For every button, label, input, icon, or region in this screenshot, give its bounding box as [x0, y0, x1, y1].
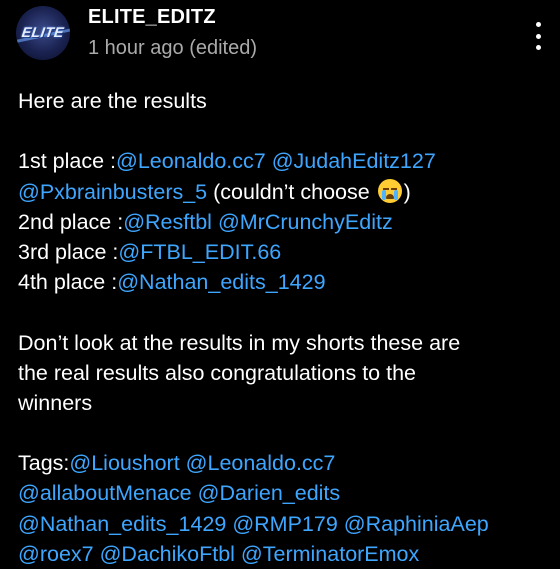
tag-mention[interactable]: @Darien_edits — [198, 481, 341, 505]
tag-mention[interactable]: @DachikoFtbl — [100, 542, 235, 566]
mention-link[interactable]: @Nathan_edits_1429 — [117, 270, 325, 294]
community-post: ELITE ELITE_EDITZ 1 hour ago (edited) He… — [0, 0, 560, 566]
first-place-line-cont: @Pxbrainbusters_5 (couldn’t choose ) — [18, 177, 548, 207]
mention-link[interactable]: @Leonaldo.cc7 — [116, 149, 266, 173]
dot — [535, 45, 541, 50]
tags-label: Tags: — [18, 451, 70, 476]
post-timestamp: 1 hour ago (edited) — [88, 37, 258, 59]
first-place-label: 1st place : — [18, 149, 116, 174]
paragraph-line: winners — [18, 390, 93, 415]
mention-link[interactable]: @Resftbl — [123, 210, 212, 234]
tag-mention[interactable]: @Lioushort — [69, 451, 179, 475]
intro-line: Here are the results — [18, 89, 207, 113]
mention-link[interactable]: @Pxbrainbusters_5 — [18, 180, 207, 204]
second-place-line: 2nd place :@Resftbl @MrCrunchyEditz — [18, 207, 548, 237]
avatar[interactable]: ELITE — [16, 6, 70, 60]
mention-link[interactable]: @JudahEditz127 — [272, 149, 436, 173]
paragraph-line: Don’t look at the results in my shorts t… — [18, 330, 461, 355]
post-body: Here are the results 1st place :@Leonald… — [18, 86, 548, 569]
dot — [535, 33, 541, 39]
fourth-place-line: 4th place :@Nathan_edits_1429 — [18, 267, 548, 297]
tags-line: @Nathan_edits_1429 @RMP179 @RaphiniaAep — [18, 509, 548, 539]
paragraph-line: the real results also congratulations to… — [18, 360, 416, 385]
fourth-place-label: 4th place : — [18, 270, 118, 295]
first-place-line: 1st place :@Leonaldo.cc7 @JudahEditz127 — [18, 146, 548, 176]
tag-mention[interactable]: @TerminatorEmox — [241, 542, 419, 566]
avatar-logo-text: ELITE — [20, 24, 66, 40]
note-text: (couldn’t choose — [207, 179, 376, 204]
third-place-line: 3rd place :@FTBL_EDIT.66 — [18, 237, 548, 267]
third-place-label: 3rd place : — [18, 239, 119, 264]
tag-mention[interactable]: @RaphiniaAep — [344, 512, 489, 536]
second-place-label: 2nd place : — [18, 209, 124, 234]
tag-mention[interactable]: @allaboutMenace — [18, 481, 192, 505]
dot — [535, 22, 541, 27]
tags-line: @roex7 @DachikoFtbl @TerminatorEmox — [18, 539, 548, 569]
tag-mention[interactable]: @Nathan_edits_1429 — [18, 512, 226, 536]
tag-mention[interactable]: @Leonaldo.cc7 — [186, 451, 336, 475]
mention-link[interactable]: @MrCrunchyEditz — [218, 210, 393, 234]
more-options-icon[interactable] — [528, 22, 548, 50]
tags-line: @allaboutMenace @Darien_edits — [18, 478, 548, 508]
tag-mention[interactable]: @RMP179 — [232, 512, 337, 536]
author-name[interactable]: ELITE_EDITZ — [88, 6, 216, 29]
loudly-crying-face-icon — [377, 178, 402, 203]
tag-mention[interactable]: @roex7 — [18, 542, 94, 566]
tags-line: Tags:@Lioushort @Leonaldo.cc7 — [18, 448, 548, 478]
mention-link[interactable]: @FTBL_EDIT.66 — [118, 240, 281, 264]
note-close: ) — [403, 179, 411, 204]
